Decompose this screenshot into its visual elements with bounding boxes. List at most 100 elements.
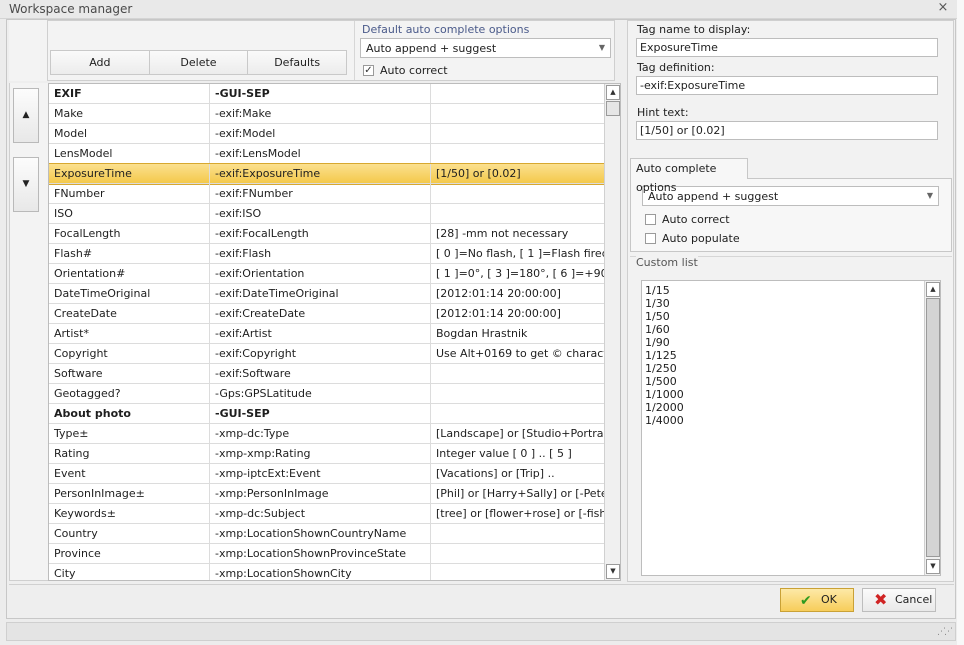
auto-complete-tab-body: Auto append + suggest ▼ Auto correct Aut… xyxy=(630,178,952,252)
defaults-button[interactable]: Defaults xyxy=(248,51,347,74)
table-row[interactable]: City -xmp:LocationShownCity xyxy=(49,564,605,580)
list-item: 1/4000 xyxy=(645,414,684,427)
resize-grip-icon[interactable]: ⋰⋰ xyxy=(937,627,953,637)
cell-tag-name: Software xyxy=(49,364,210,383)
cell-tag-definition: -exif:Model xyxy=(210,124,431,143)
table-row[interactable]: Rating -xmp-xmp:Rating Integer value [ 0 ]… xyxy=(49,444,605,464)
table-row[interactable]: Model -exif:Model xyxy=(49,124,605,144)
cell-tag-definition: -exif:Software xyxy=(210,364,431,383)
list-item: 1/125 xyxy=(645,349,677,362)
table-row[interactable]: Type± -xmp-dc:Type [Landscape] or [Studio+… xyxy=(49,424,605,444)
table-row[interactable]: FNumber -exif:FNumber xyxy=(49,184,605,204)
default-auto-correct-checkbox[interactable]: ✓ Auto correct xyxy=(363,64,448,77)
cell-tag-name: Keywords± xyxy=(49,504,210,523)
cell-tag-definition: -exif:DateTimeOriginal xyxy=(210,284,431,303)
cell-tag-definition: -GUI-SEP xyxy=(210,84,431,103)
checkbox-empty-icon xyxy=(645,233,656,244)
cell-tag-name: Geotagged? xyxy=(49,384,210,403)
cell-tag-definition: -GUI-SEP xyxy=(210,404,431,423)
cell-tag-name: ISO xyxy=(49,204,210,223)
footer-divider xyxy=(9,584,954,585)
move-up-button[interactable]: ▲ xyxy=(13,88,39,143)
cell-tag-name: Event xyxy=(49,464,210,483)
list-item: 1/15 xyxy=(645,284,670,297)
custom-list-title: Custom list xyxy=(636,256,698,269)
cell-hint xyxy=(431,104,605,123)
delete-button[interactable]: Delete xyxy=(149,51,249,74)
cell-tag-name: Province xyxy=(49,544,210,563)
cell-tag-definition: -Gps:GPSLatitude xyxy=(210,384,431,403)
table-row[interactable]: EXIF -GUI-SEP xyxy=(49,84,605,104)
table-row[interactable]: LensModel -exif:LensModel xyxy=(49,144,605,164)
tag-definition-input[interactable]: -exif:ExposureTime xyxy=(636,76,938,95)
cell-tag-name: Artist* xyxy=(49,324,210,343)
list-item: 1/60 xyxy=(645,323,670,336)
grid-scrollbar[interactable]: ▲ ▼ xyxy=(604,84,620,580)
scroll-down-icon[interactable]: ▼ xyxy=(926,559,940,574)
ok-button[interactable]: ✔ OK xyxy=(780,588,854,612)
autocomplete-combo[interactable]: Auto append + suggest ▼ xyxy=(642,186,939,206)
table-row[interactable]: PersonInImage± -xmp:PersonInImage [Phil] o… xyxy=(49,484,605,504)
cell-tag-name: LensModel xyxy=(49,144,210,163)
scroll-thumb[interactable] xyxy=(926,298,940,557)
cell-hint xyxy=(431,564,605,580)
tab-auto-complete-options[interactable]: Auto complete options xyxy=(630,158,748,194)
custom-list-scrollbar[interactable]: ▲ ▼ xyxy=(924,281,940,575)
cell-tag-name: City xyxy=(49,564,210,580)
table-row[interactable]: Orientation# -exif:Orientation [ 1 ]=0°, [… xyxy=(49,264,605,284)
cell-tag-definition: -exif:Orientation xyxy=(210,264,431,283)
custom-list-items: 1/15 1/30 1/50 1/60 1/90 1/125 1/250 1/500 1/100… xyxy=(645,284,684,427)
list-item: 1/30 xyxy=(645,297,670,310)
cell-hint xyxy=(431,364,605,383)
table-row[interactable]: About photo -GUI-SEP xyxy=(49,404,605,424)
tag-name-input[interactable]: ExposureTime xyxy=(636,38,938,57)
cell-tag-name: About photo xyxy=(49,404,210,423)
table-row[interactable]: Country -xmp:LocationShownCountryName xyxy=(49,524,605,544)
table-row[interactable]: Make -exif:Make xyxy=(49,104,605,124)
list-item: 1/50 xyxy=(645,310,670,323)
table-row[interactable]: Province -xmp:LocationShownProvinceState xyxy=(49,544,605,564)
close-icon[interactable]: × xyxy=(936,0,950,18)
window-edge xyxy=(957,0,964,645)
auto-correct-label: Auto correct xyxy=(662,213,730,226)
auto-populate-checkbox[interactable]: Auto populate xyxy=(645,232,740,245)
table-row[interactable]: ExposureTime -exif:ExposureTime [1/50] or … xyxy=(49,163,606,185)
table-row[interactable]: ISO -exif:ISO xyxy=(49,204,605,224)
scroll-down-icon[interactable]: ▼ xyxy=(606,564,620,579)
cell-hint xyxy=(431,204,605,223)
chevron-down-icon: ▼ xyxy=(926,191,933,200)
cell-hint xyxy=(431,184,605,203)
table-row[interactable]: Copyright -exif:Copyright Use Alt+0169 to … xyxy=(49,344,605,364)
cell-tag-definition: -exif:FNumber xyxy=(210,184,431,203)
table-row[interactable]: Software -exif:Software xyxy=(49,364,605,384)
add-button[interactable]: Add xyxy=(51,51,150,74)
cell-tag-name: DateTimeOriginal xyxy=(49,284,210,303)
table-row[interactable]: Artist* -exif:Artist Bogdan Hrastnik xyxy=(49,324,605,344)
check-icon: ✔ xyxy=(800,593,812,609)
table-row[interactable]: FocalLength -exif:FocalLength [28] -mm not… xyxy=(49,224,605,244)
cell-tag-name: Country xyxy=(49,524,210,543)
table-row[interactable]: CreateDate -exif:CreateDate [2012:01:14 20… xyxy=(49,304,605,324)
table-row[interactable]: Keywords± -xmp-dc:Subject [tree] or [flowe… xyxy=(49,504,605,524)
title-bar: Workspace manager × xyxy=(0,0,964,19)
table-row[interactable]: Flash# -exif:Flash [ 0 ]=No flash, [ 1 ]=F… xyxy=(49,244,605,264)
cell-hint: Use Alt+0169 to get © character xyxy=(436,347,605,360)
toolbar-left-strip xyxy=(9,20,48,81)
cell-tag-name: Rating xyxy=(49,444,210,463)
hint-text-input[interactable]: [1/50] or [0.02] xyxy=(636,121,938,140)
scroll-up-icon[interactable]: ▲ xyxy=(926,282,940,297)
cancel-button[interactable]: ✖ Cancel xyxy=(862,588,936,612)
move-down-button[interactable]: ▼ xyxy=(13,157,39,212)
table-row[interactable]: Event -xmp-iptcExt:Event [Vacations] or [T… xyxy=(49,464,605,484)
list-item: 1/500 xyxy=(645,375,677,388)
cell-tag-definition: -xmp-xmp:Rating xyxy=(210,444,431,463)
table-row[interactable]: DateTimeOriginal -exif:DateTimeOriginal [2… xyxy=(49,284,605,304)
default-autocomplete-combo[interactable]: Auto append + suggest ▼ xyxy=(360,38,611,58)
custom-list-textarea[interactable]: 1/15 1/30 1/50 1/60 1/90 1/125 1/250 1/500 1/100… xyxy=(641,280,941,576)
scroll-up-icon[interactable]: ▲ xyxy=(606,85,620,100)
table-row[interactable]: Geotagged? -Gps:GPSLatitude xyxy=(49,384,605,404)
auto-correct-checkbox[interactable]: Auto correct xyxy=(645,213,730,226)
scroll-thumb[interactable] xyxy=(606,101,620,116)
cell-tag-name: Flash# xyxy=(49,244,210,263)
list-item: 1/90 xyxy=(645,336,670,349)
